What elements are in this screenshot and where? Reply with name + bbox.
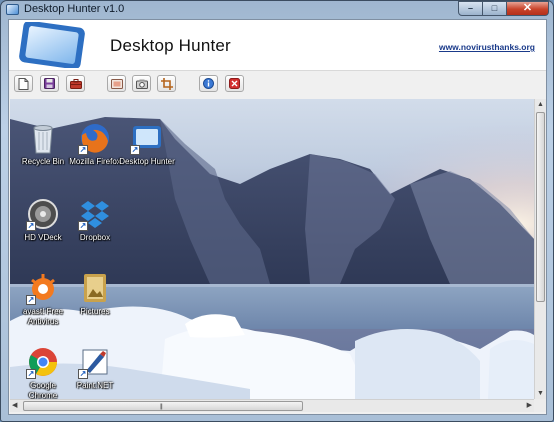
info-icon bbox=[203, 78, 214, 89]
shortcut-arrow-icon: ↗ bbox=[26, 221, 36, 231]
save-disk-icon bbox=[44, 78, 55, 89]
window-controls: – □ ✕ bbox=[458, 1, 549, 17]
exit-button[interactable] bbox=[225, 75, 244, 92]
scrollbar-corner bbox=[534, 399, 546, 412]
title-bar[interactable]: Desktop Hunter v1.0 – □ ✕ bbox=[1, 1, 553, 19]
capture-camera-button[interactable] bbox=[132, 75, 151, 92]
app-window: Desktop Hunter v1.0 – □ ✕ Desktop Hunter… bbox=[0, 0, 554, 422]
vertical-scroll-thumb[interactable] bbox=[536, 112, 545, 302]
camera-icon bbox=[135, 79, 148, 89]
close-button[interactable]: ✕ bbox=[507, 1, 549, 16]
toolbox-icon bbox=[69, 78, 82, 89]
desktop-icon-label: Desktop Hunter bbox=[119, 157, 175, 166]
desktop-icon-label: HD VDeck bbox=[24, 233, 62, 242]
desktop-icon-desktop-hunter[interactable]: ↗ Desktop Hunter bbox=[119, 121, 175, 167]
new-document-icon bbox=[18, 77, 29, 90]
app-name: Desktop Hunter bbox=[110, 36, 231, 55]
shortcut-arrow-icon: ↗ bbox=[130, 145, 140, 155]
desktop-icon-recycle-bin[interactable]: Recycle Bin bbox=[15, 121, 71, 167]
scroll-right-icon[interactable]: ▶ bbox=[527, 402, 532, 409]
desktop-icon-label: Paint.NET bbox=[76, 381, 114, 390]
window-title: Desktop Hunter v1.0 bbox=[24, 3, 125, 15]
shortcut-arrow-icon: ↗ bbox=[78, 369, 88, 379]
desktop-icon-dropbox[interactable]: ↗ Dropbox bbox=[67, 197, 123, 243]
toolbox-button[interactable] bbox=[66, 75, 85, 92]
scroll-up-icon[interactable]: ▲ bbox=[537, 101, 544, 108]
desktop-icon-chrome[interactable]: ↗ Google Chrome bbox=[15, 345, 71, 399]
desktop-preview: Recycle Bin ↗ Mozilla Firefox ↗ Desktop … bbox=[10, 99, 534, 399]
desktop-icon-label: Recycle Bin bbox=[21, 157, 65, 166]
recycle-bin-icon bbox=[33, 125, 53, 154]
pictures-folder-icon bbox=[84, 274, 106, 302]
scroll-down-icon[interactable]: ▼ bbox=[537, 390, 544, 397]
desktop-icon-hd-vdeck[interactable]: ↗ HD VDeck bbox=[15, 197, 71, 243]
about-button[interactable] bbox=[199, 75, 218, 92]
desktop-icon-label: Pictures bbox=[80, 307, 110, 316]
horizontal-scroll-thumb[interactable]: ||| bbox=[23, 401, 303, 411]
new-button[interactable] bbox=[14, 75, 33, 92]
desktop-icon-avast[interactable]: ↗ avast! Free Antivirus bbox=[15, 271, 71, 327]
shortcut-arrow-icon: ↗ bbox=[78, 145, 88, 155]
website-link[interactable]: www.novirusthanks.org bbox=[439, 42, 535, 52]
desktop-icon-firefox[interactable]: ↗ Mozilla Firefox bbox=[67, 121, 123, 167]
capture-full-button[interactable] bbox=[107, 75, 126, 92]
client-area: Desktop Hunter www.novirusthanks.org Rec… bbox=[8, 19, 547, 415]
app-header: Desktop Hunter www.novirusthanks.org bbox=[9, 20, 546, 71]
grip-icon: ||| bbox=[160, 404, 163, 410]
crop-icon bbox=[160, 77, 173, 90]
desktop-icon-pictures[interactable]: Pictures bbox=[67, 271, 123, 317]
desktop-hunter-logo bbox=[19, 22, 85, 68]
desktop-icon-label: Mozilla Firefox bbox=[69, 157, 121, 166]
toolbar bbox=[9, 71, 546, 99]
desktop-icon-paint-net[interactable]: ↗ Paint.NET bbox=[67, 345, 123, 391]
shortcut-arrow-icon: ↗ bbox=[78, 221, 88, 231]
maximize-button[interactable]: □ bbox=[483, 1, 507, 16]
horizontal-scrollbar[interactable]: ◀ ||| ▶ bbox=[10, 399, 534, 412]
save-button[interactable] bbox=[40, 75, 59, 92]
vertical-scrollbar[interactable]: ▲ ▼ bbox=[534, 99, 546, 399]
shortcut-arrow-icon: ↗ bbox=[26, 295, 36, 305]
screen-icon bbox=[110, 78, 123, 89]
desktop-icon-label: Google Chrome bbox=[28, 381, 58, 399]
desktop-icon-label: avast! Free Antivirus bbox=[22, 307, 63, 326]
minimize-button[interactable]: – bbox=[458, 1, 483, 16]
desktop-icon-label: Dropbox bbox=[79, 233, 111, 242]
app-icon bbox=[6, 4, 19, 15]
shortcut-arrow-icon: ↗ bbox=[26, 369, 36, 379]
exit-icon bbox=[229, 78, 240, 89]
scroll-left-icon[interactable]: ◀ bbox=[12, 402, 17, 409]
crop-button[interactable] bbox=[157, 75, 176, 92]
